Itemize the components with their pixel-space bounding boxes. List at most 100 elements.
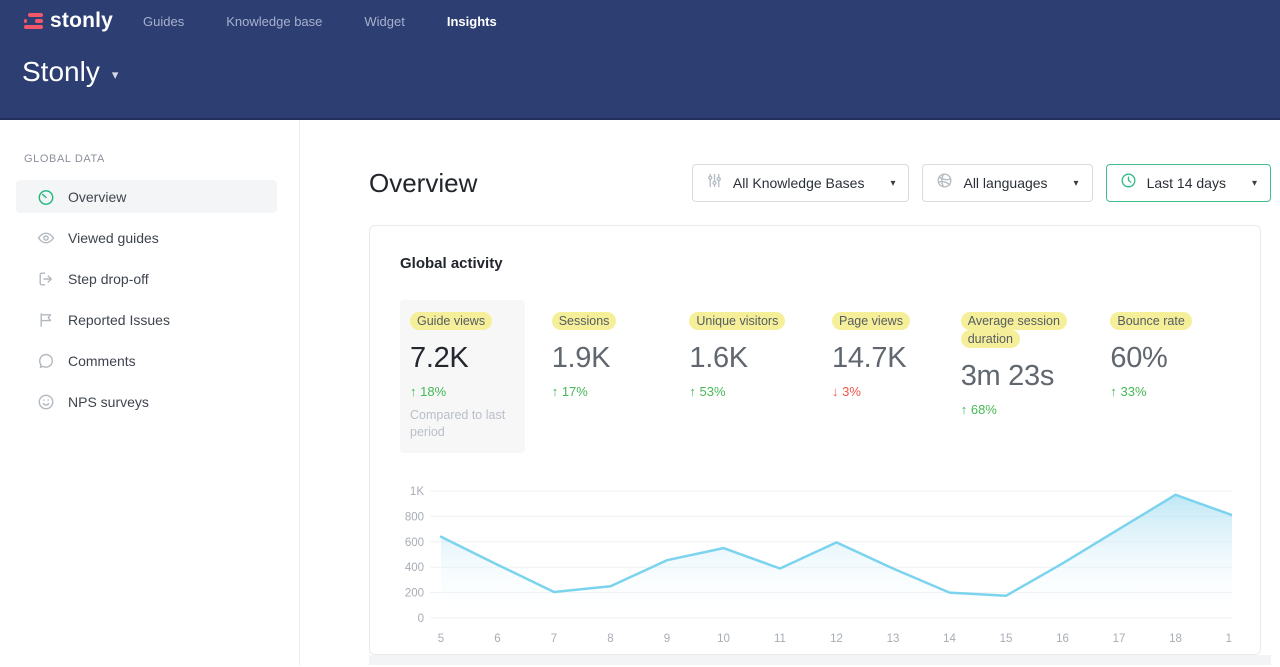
metric-change: ↑ 18%	[410, 384, 515, 399]
workspace-title: Stonly	[22, 56, 100, 88]
sidebar-item-label: Reported Issues	[68, 312, 170, 328]
logo-text: stonly	[50, 9, 113, 33]
svg-text:17: 17	[1113, 633, 1126, 645]
sidebar-item-comments[interactable]: Comments	[16, 344, 277, 377]
sidebar-section-label: GLOBAL DATA	[0, 153, 299, 165]
eye-icon	[37, 229, 55, 247]
metric-value: 1.6K	[689, 342, 804, 375]
svg-text:0: 0	[418, 613, 424, 625]
metric-change: ↑ 53%	[689, 384, 804, 399]
filter-label: All Knowledge Bases	[733, 175, 865, 191]
nav-item-insights[interactable]: Insights	[447, 14, 497, 29]
arrow-up-icon: ↑	[1110, 384, 1117, 399]
svg-text:11: 11	[774, 633, 786, 645]
flag-icon	[37, 311, 55, 329]
metric-sessions[interactable]: Sessions 1.9K ↑ 17%	[552, 300, 662, 453]
sidebar-item-label: Step drop-off	[68, 271, 149, 287]
metric-label: Sessions	[552, 312, 617, 330]
metric-unique-visitors[interactable]: Unique visitors 1.6K ↑ 53%	[689, 300, 804, 453]
main-content: Overview All Knowledge Bases ▾ All langu…	[300, 120, 1280, 665]
filter-label: Last 14 days	[1147, 175, 1226, 191]
smiley-icon	[37, 393, 55, 411]
metrics-row: Guide views 7.2K ↑ 18% Compared to last …	[400, 300, 1230, 453]
metric-label: Average session duration	[961, 312, 1067, 348]
gauge-icon	[37, 188, 55, 206]
svg-text:8: 8	[607, 633, 613, 645]
arrow-up-icon: ↑	[961, 402, 968, 417]
metric-guide-views[interactable]: Guide views 7.2K ↑ 18% Compared to last …	[400, 300, 525, 453]
page-title: Overview	[369, 168, 477, 199]
stonly-logo-icon	[24, 13, 43, 29]
metric-label: Page views	[832, 312, 910, 330]
clock-icon	[1120, 172, 1137, 194]
top-nav: stonly Guides Knowledge base Widget Insi…	[0, 0, 1280, 42]
metric-page-views[interactable]: Page views 14.7K ↓ 3%	[832, 300, 933, 453]
metric-label: Unique visitors	[689, 312, 785, 330]
metric-value: 60%	[1110, 342, 1230, 375]
workspace-caret-icon[interactable]: ▾	[112, 61, 119, 83]
svg-text:6: 6	[494, 633, 500, 645]
svg-text:14: 14	[943, 633, 956, 645]
sidebar-item-overview[interactable]: Overview	[16, 180, 277, 213]
metric-change: ↓ 3%	[832, 384, 933, 399]
metric-note: Compared to last period	[410, 407, 515, 441]
metric-change: ↑ 68%	[961, 402, 1083, 417]
chevron-down-icon: ▾	[1074, 178, 1079, 189]
filter-bar: All Knowledge Bases ▾ All languages ▾ La…	[692, 164, 1271, 202]
metric-value: 14.7K	[832, 342, 933, 375]
sidebar-item-label: NPS surveys	[68, 394, 149, 410]
stonly-logo[interactable]: stonly	[24, 9, 113, 33]
sidebar-item-label: Comments	[68, 353, 136, 369]
svg-text:15: 15	[1000, 633, 1013, 645]
sidebar-item-label: Overview	[68, 189, 126, 205]
activity-area-chart[interactable]: 02004006008001K5678910111213141516171819	[400, 479, 1230, 649]
nav-item-widget[interactable]: Widget	[364, 14, 404, 29]
metric-change: ↑ 17%	[552, 384, 662, 399]
svg-text:5: 5	[438, 633, 444, 645]
svg-text:600: 600	[405, 537, 424, 549]
nav-item-knowledge-base[interactable]: Knowledge base	[226, 14, 322, 29]
comment-icon	[37, 352, 55, 370]
svg-text:19: 19	[1226, 633, 1232, 645]
chevron-down-icon: ▾	[890, 178, 895, 189]
page-background-strip	[369, 655, 1271, 665]
svg-text:400: 400	[405, 562, 424, 574]
metric-avg-session-duration[interactable]: Average session duration 3m 23s ↑ 68%	[961, 300, 1083, 453]
metric-bounce-rate[interactable]: Bounce rate 60% ↑ 33%	[1110, 300, 1230, 453]
sidebar: GLOBAL DATA Overview Viewed guides Step …	[0, 120, 300, 665]
language-filter-dropdown[interactable]: All languages ▾	[922, 164, 1092, 202]
global-activity-card: Global activity Guide views 7.2K ↑ 18% C…	[369, 225, 1261, 655]
step-exit-icon	[37, 270, 55, 288]
arrow-up-icon: ↑	[410, 384, 417, 399]
svg-text:10: 10	[717, 633, 730, 645]
metric-label: Guide views	[410, 312, 492, 330]
date-range-filter-dropdown[interactable]: Last 14 days ▾	[1106, 164, 1271, 202]
arrow-up-icon: ↑	[689, 384, 696, 399]
nav-item-guides[interactable]: Guides	[143, 14, 184, 29]
metric-value: 3m 23s	[961, 360, 1083, 393]
filter-label: All languages	[963, 175, 1047, 191]
svg-text:9: 9	[664, 633, 670, 645]
metric-label: Bounce rate	[1110, 312, 1191, 330]
svg-text:16: 16	[1056, 633, 1069, 645]
metric-value: 7.2K	[410, 342, 515, 375]
workspace-row: Stonly ▾	[0, 42, 1280, 88]
arrow-up-icon: ↑	[552, 384, 559, 399]
nav-links: Guides Knowledge base Widget Insights	[143, 14, 497, 29]
knowledge-base-filter-dropdown[interactable]: All Knowledge Bases ▾	[692, 164, 910, 202]
sliders-icon	[706, 172, 723, 194]
chevron-down-icon: ▾	[1252, 178, 1257, 189]
sidebar-item-viewed-guides[interactable]: Viewed guides	[16, 221, 277, 254]
metric-change: ↑ 33%	[1110, 384, 1230, 399]
svg-text:1K: 1K	[410, 486, 424, 498]
sidebar-item-step-drop-off[interactable]: Step drop-off	[16, 262, 277, 295]
sidebar-item-nps-surveys[interactable]: NPS surveys	[16, 385, 277, 418]
sidebar-item-reported-issues[interactable]: Reported Issues	[16, 303, 277, 336]
app-header: stonly Guides Knowledge base Widget Insi…	[0, 0, 1280, 120]
svg-text:7: 7	[551, 633, 557, 645]
svg-text:18: 18	[1169, 633, 1182, 645]
svg-text:12: 12	[830, 633, 843, 645]
metric-value: 1.9K	[552, 342, 662, 375]
sidebar-item-label: Viewed guides	[68, 230, 159, 246]
svg-text:800: 800	[405, 511, 424, 523]
